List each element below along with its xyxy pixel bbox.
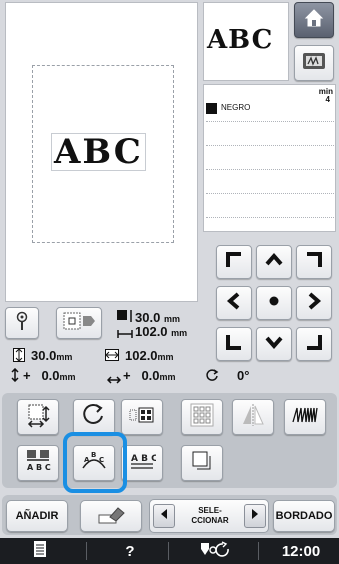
move-up-button[interactable] [256, 245, 292, 279]
triangle-right-icon [250, 507, 260, 525]
stitch-density-icon [291, 402, 319, 433]
design-preview[interactable]: ABC [5, 2, 198, 302]
rotate-icon [80, 402, 108, 433]
horizontal-offset: + 0.0mm [123, 368, 176, 383]
select-group: SELE- CCIONAR [149, 499, 269, 533]
corner-up-right-icon [303, 249, 325, 276]
color-swatch [206, 103, 217, 114]
svg-text:C: C [99, 456, 104, 464]
design-height: 30.0 mm [135, 310, 180, 325]
text-arc-icon: ABC [80, 448, 108, 479]
home-icon [303, 7, 325, 34]
svg-text:A B C: A B C [131, 454, 156, 464]
manual-button[interactable] [20, 538, 60, 564]
vertical-size-icon [13, 348, 25, 367]
border-icon [188, 448, 216, 479]
status-divider [86, 542, 87, 560]
move-up-left-button[interactable] [216, 245, 252, 279]
arrange-icon [128, 402, 156, 433]
list-divider [206, 121, 334, 122]
text-straight-icon: A B C [128, 448, 158, 479]
embroidery-edit-screen: ABC ABC min NEGRO 4 30.0 mm 102.0 mm 30.… [0, 0, 339, 564]
triangle-left-icon [159, 507, 169, 525]
settings-button[interactable] [186, 538, 246, 564]
help-button[interactable]: ? [110, 538, 150, 564]
size-info: 30.0 mm 102.0 mm 30.0mm 102.0mm + 0.0mm [5, 306, 335, 390]
array-button[interactable] [181, 399, 223, 435]
text-arc-button[interactable]: ABC [73, 445, 115, 481]
corner-up-left-icon [223, 249, 245, 276]
text-straight-button[interactable]: A B C [121, 445, 163, 481]
character-spacing-button[interactable]: A B C [17, 445, 59, 481]
resize-button[interactable] [17, 399, 59, 435]
chevron-up-icon [263, 249, 285, 276]
border-button[interactable] [181, 445, 223, 481]
status-divider [168, 542, 169, 560]
design-width: 102.0 mm [135, 324, 188, 339]
character-spacing-icon: A B C [24, 448, 52, 479]
rotation-icon [205, 368, 219, 387]
settings-icon [198, 541, 234, 561]
vertical-offset-icon [11, 367, 19, 387]
design-text[interactable]: ABC [51, 133, 146, 171]
list-divider [206, 193, 334, 194]
color-name: NEGRO [221, 103, 251, 112]
thread-color-list[interactable]: min NEGRO 4 [203, 84, 336, 232]
machine-view-button[interactable] [294, 45, 334, 81]
list-divider [206, 217, 334, 218]
resize-icon [24, 402, 52, 433]
svg-text:B: B [91, 451, 96, 459]
horizontal-size: 102.0mm [125, 348, 174, 363]
move-up-right-button[interactable] [296, 245, 332, 279]
svg-text:A: A [84, 456, 90, 464]
grid-icon [188, 402, 216, 433]
document-icon [33, 540, 47, 562]
list-divider [206, 145, 334, 146]
mirror-button[interactable] [232, 399, 274, 435]
delete-button[interactable] [80, 500, 142, 532]
vertical-size: 30.0mm [31, 348, 73, 363]
thumbnail-text: ABC [207, 25, 274, 55]
select-prev-button[interactable] [153, 504, 175, 528]
density-button[interactable] [284, 399, 326, 435]
home-button[interactable] [294, 2, 334, 38]
mirror-icon [239, 402, 267, 433]
horizontal-offset-icon [106, 371, 122, 389]
horizontal-size-icon [105, 348, 119, 366]
rotation-angle: 0° [237, 368, 250, 383]
width-icon [117, 326, 133, 344]
embroider-button[interactable]: BORDADO [273, 500, 335, 532]
add-button[interactable]: AÑADIR [6, 500, 68, 532]
color-minutes: 4 [325, 95, 330, 104]
clock: 12:00 [281, 542, 321, 560]
machine-icon [301, 50, 327, 77]
color-list-item[interactable]: NEGRO 4 [206, 93, 334, 117]
status-bar: ? 12:00 [0, 538, 339, 564]
select-next-button[interactable] [244, 504, 266, 528]
vertical-offset: + 0.0mm [23, 368, 76, 383]
eraser-icon [96, 505, 126, 528]
arrange-button[interactable] [121, 399, 163, 435]
design-thumbnail: ABC [203, 2, 289, 81]
list-divider [206, 169, 334, 170]
svg-text:A B C: A B C [27, 463, 51, 472]
status-divider [258, 542, 259, 560]
rotate-button[interactable] [73, 399, 115, 435]
select-label: SELE- CCIONAR [191, 506, 229, 525]
